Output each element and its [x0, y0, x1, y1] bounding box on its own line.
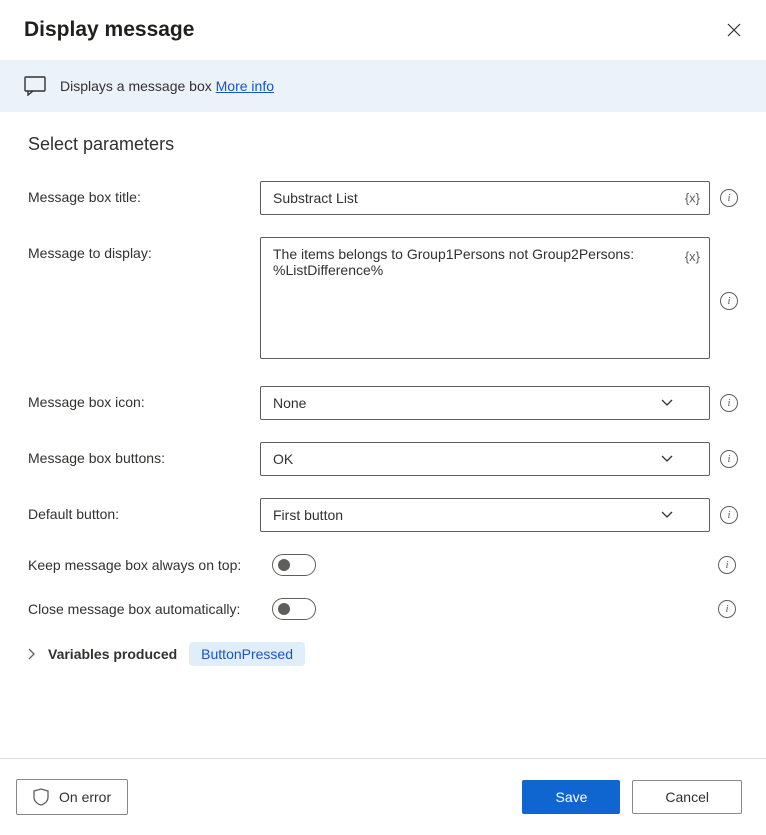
info-icon[interactable]: i	[718, 600, 736, 618]
section-title: Select parameters	[28, 134, 738, 155]
title-input[interactable]	[260, 181, 710, 215]
info-icon[interactable]: i	[720, 450, 738, 468]
variable-picker-icon[interactable]: {x}	[681, 247, 704, 266]
icon-select[interactable]: None	[260, 386, 710, 420]
on-error-label: On error	[59, 789, 111, 805]
icon-label: Message box icon:	[28, 386, 260, 410]
save-button[interactable]: Save	[522, 780, 620, 814]
buttons-select-value: OK	[273, 451, 293, 467]
info-icon[interactable]: i	[720, 189, 738, 207]
chevron-down-icon	[661, 399, 673, 407]
on-top-toggle[interactable]	[272, 554, 316, 576]
default-button-select-value: First button	[273, 507, 343, 523]
banner-text: Displays a message box More info	[60, 78, 274, 94]
auto-close-label: Close message box automatically:	[28, 601, 272, 617]
buttons-select[interactable]: OK	[260, 442, 710, 476]
icon-select-value: None	[273, 395, 306, 411]
on-top-label: Keep message box always on top:	[28, 557, 272, 573]
default-button-label: Default button:	[28, 498, 260, 522]
info-icon[interactable]: i	[720, 394, 738, 412]
more-info-link[interactable]: More info	[216, 78, 274, 94]
dialog-title: Display message	[24, 18, 194, 42]
info-icon[interactable]: i	[718, 556, 736, 574]
close-icon[interactable]	[726, 22, 742, 38]
chevron-down-icon	[661, 455, 673, 463]
message-label: Message to display:	[28, 237, 260, 261]
chevron-right-icon[interactable]	[28, 648, 36, 660]
shield-icon	[33, 788, 49, 806]
message-icon	[24, 76, 46, 96]
auto-close-toggle[interactable]	[272, 598, 316, 620]
buttons-label: Message box buttons:	[28, 442, 260, 466]
variable-picker-icon[interactable]: {x}	[681, 189, 704, 208]
message-textarea[interactable]: The items belongs to Group1Persons not G…	[260, 237, 710, 359]
on-error-button[interactable]: On error	[16, 779, 128, 815]
variables-produced-label: Variables produced	[48, 646, 177, 662]
info-icon[interactable]: i	[720, 506, 738, 524]
title-label: Message box title:	[28, 181, 260, 205]
variable-chip[interactable]: ButtonPressed	[189, 642, 305, 666]
info-icon[interactable]: i	[720, 292, 738, 310]
chevron-down-icon	[661, 511, 673, 519]
cancel-button[interactable]: Cancel	[632, 780, 742, 814]
default-button-select[interactable]: First button	[260, 498, 710, 532]
